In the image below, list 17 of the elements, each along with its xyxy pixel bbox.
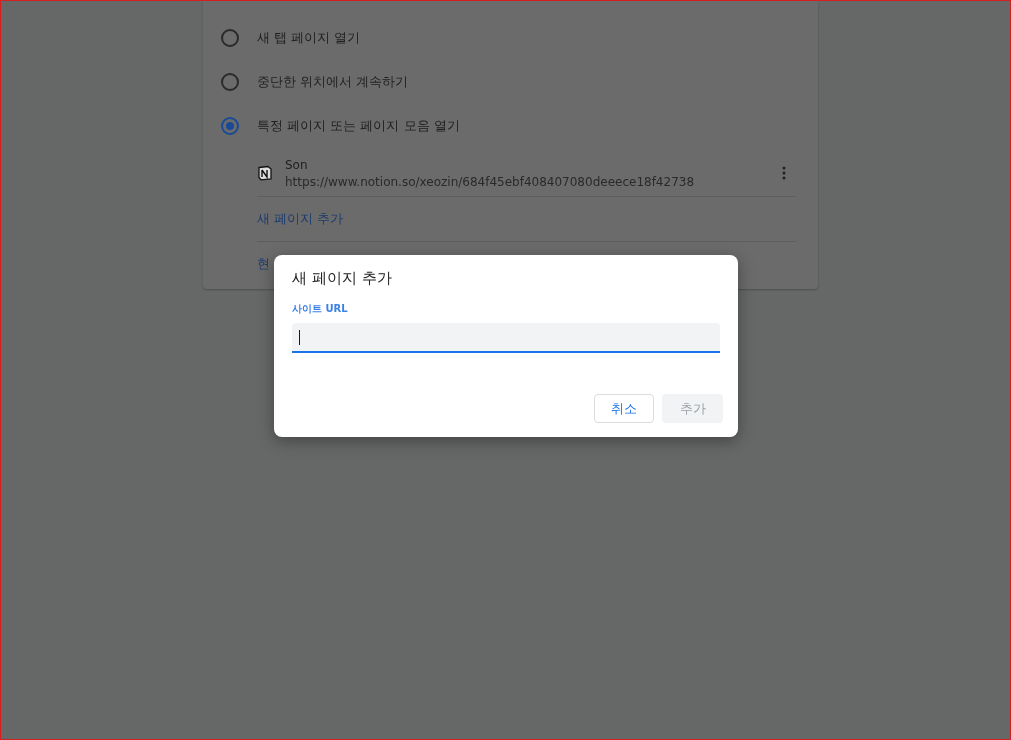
radio-button[interactable]: [221, 29, 239, 47]
use-current-pages-link[interactable]: 현: [257, 255, 270, 273]
option-label: 특정 페이지 또는 페이지 모음 열기: [257, 117, 460, 135]
dialog-title: 새 페이지 추가: [292, 269, 393, 288]
add-page-link[interactable]: 새 페이지 추가: [257, 210, 344, 228]
text-cursor: [299, 329, 300, 345]
option-label: 중단한 위치에서 계속하기: [257, 73, 409, 91]
cancel-button[interactable]: 취소: [594, 394, 654, 423]
option-label: 새 탭 페이지 열기: [257, 29, 361, 47]
page-url: https://www.notion.so/xeozin/684f45ebf408407080deeece18f42738: [285, 174, 696, 189]
field-label: 사이트 URL: [292, 302, 349, 316]
notion-logo-icon: [257, 165, 273, 181]
radio-button[interactable]: [221, 73, 239, 91]
page-title: Son: [285, 157, 309, 172]
url-input-field[interactable]: [292, 323, 720, 353]
radio-button[interactable]: [221, 117, 239, 135]
more-menu-icon[interactable]: [782, 166, 786, 180]
